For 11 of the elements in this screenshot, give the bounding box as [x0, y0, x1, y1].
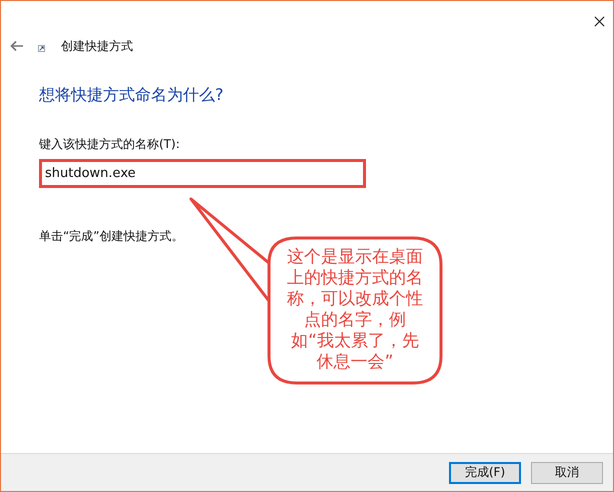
close-icon[interactable] — [594, 16, 605, 27]
name-input-field[interactable]: shutdown.exe — [39, 159, 366, 188]
callout-text: 这个是显示在桌面上的快捷方式的名称，可以改成个性点的名字，例如“我太累了，先休息一会” — [286, 247, 424, 373]
page-heading: 想将快捷方式命名为什么? — [39, 85, 224, 106]
wizard-title: 创建快捷方式 — [61, 38, 133, 54]
dialog-button[interactable]: 取消 — [531, 462, 603, 484]
back-arrow-icon[interactable] — [10, 40, 24, 52]
shortcut-icon — [38, 45, 45, 52]
field-label: 键入该快捷方式的名称(T): — [39, 136, 180, 153]
hint-text: 单击“完成”创建快捷方式。 — [39, 228, 184, 245]
dialog-button[interactable]: 完成(F) — [449, 462, 521, 484]
